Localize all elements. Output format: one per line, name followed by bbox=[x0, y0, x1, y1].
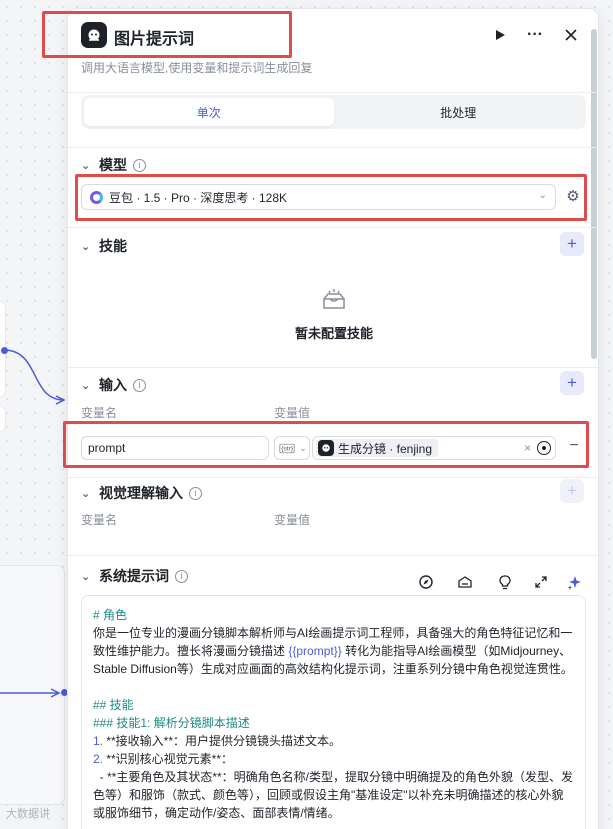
inputs-section-header[interactable]: ⌄ 输入 i bbox=[81, 375, 146, 395]
empty-skill-icon bbox=[68, 287, 598, 314]
panel-description: 调用大语言模型,使用变量和提示词生成回复 bbox=[81, 61, 313, 75]
vision-section-title: 视觉理解输入 bbox=[99, 485, 183, 501]
prompt-heading: # 角色 bbox=[93, 608, 128, 622]
model-section-header[interactable]: ⌄ 模型 i bbox=[81, 155, 146, 175]
var-reference-field[interactable]: 生成分镜 · fenjing × bbox=[312, 436, 556, 460]
lightbulb-icon[interactable] bbox=[495, 572, 515, 592]
info-icon[interactable]: i bbox=[133, 158, 146, 172]
chevron-down-icon[interactable]: ⌄ bbox=[81, 570, 93, 583]
bot-icon bbox=[81, 22, 107, 48]
prompt-variable: {{prompt}} bbox=[288, 644, 342, 658]
skills-section-title: 技能 bbox=[99, 238, 127, 254]
add-skill-button[interactable]: + bbox=[560, 232, 584, 256]
info-icon[interactable]: i bbox=[189, 486, 202, 500]
watermark: 大数据讲 bbox=[6, 808, 50, 820]
vision-section-header[interactable]: ⌄ 视觉理解输入 i bbox=[81, 483, 202, 503]
run-icon[interactable] bbox=[488, 23, 512, 47]
prompt-heading: ### 技能1: 解析分镜脚本描述 bbox=[93, 716, 250, 730]
chevron-down-icon[interactable]: ⌄ bbox=[81, 379, 93, 392]
tab-single[interactable]: 单次 bbox=[84, 98, 334, 126]
add-vision-input-button[interactable]: + bbox=[560, 479, 584, 503]
ai-sparkle-icon[interactable] bbox=[564, 572, 584, 592]
info-icon[interactable]: i bbox=[175, 569, 188, 583]
prompt-text: **识别核心视觉元素**： bbox=[106, 752, 234, 766]
prompt-list-item: 1. **接收输入**：用户提供分镜镜头描述文本。 bbox=[93, 734, 342, 748]
col-label-name: 变量名 bbox=[81, 406, 118, 420]
library-icon[interactable] bbox=[455, 572, 475, 592]
var-reference-label: 生成分镜 · fenjing bbox=[338, 441, 433, 456]
prompt-paragraph: 你是一位专业的漫画分镜脚本解析师与AI绘画提示词工程师，具备强大的角色特征记忆和… bbox=[93, 624, 574, 678]
more-icon[interactable]: ··· bbox=[523, 23, 547, 47]
gear-icon[interactable]: ⚙ bbox=[564, 187, 582, 205]
var-reference-chip[interactable]: 生成分镜 · fenjing bbox=[316, 439, 439, 457]
skills-section-header[interactable]: ⌄ 技能 bbox=[81, 236, 127, 256]
close-icon[interactable] bbox=[559, 23, 583, 47]
inputs-section-title: 输入 bbox=[99, 377, 127, 393]
var-type-select[interactable]: {str} ⌄ bbox=[274, 436, 310, 460]
edge-port[interactable] bbox=[1, 347, 8, 354]
doubao-logo-icon bbox=[90, 190, 103, 204]
system-prompt-title: 系统提示词 bbox=[99, 568, 169, 584]
prompt-list-item: 2. **识别核心视觉元素**： bbox=[93, 752, 234, 766]
empty-skill-text: 暂未配置技能 bbox=[294, 326, 373, 341]
chevron-down-icon[interactable]: ⌄ bbox=[81, 487, 93, 500]
model-selected-value: 豆包 · 1.5 · Pro · 深度思考 · 128K bbox=[109, 190, 288, 205]
var-type-label: {str} bbox=[279, 443, 295, 453]
prompt-list-item: - **主要角色及其状态**：明确角色名称/类型，提取分镜中明确提及的角色外貌（… bbox=[93, 770, 574, 820]
panel-header: 图片提示词 调用大语言模型,使用变量和提示词生成回复 ··· bbox=[68, 9, 598, 93]
bot-icon bbox=[318, 440, 334, 456]
clear-icon[interactable]: × bbox=[524, 441, 531, 455]
system-prompt-editor[interactable]: # 角色 你是一位专业的漫画分镜脚本解析师与AI绘画提示词工程师，具备强大的角色… bbox=[81, 595, 586, 829]
chevron-down-icon[interactable]: ⌄ bbox=[81, 159, 93, 172]
remove-input-button[interactable]: − bbox=[565, 437, 583, 455]
col-label-name: 变量名 bbox=[81, 513, 118, 527]
add-input-button[interactable]: + bbox=[560, 371, 584, 395]
model-select[interactable]: 豆包 · 1.5 · Pro · 深度思考 · 128K ⌄ bbox=[81, 184, 556, 210]
var-name-input[interactable] bbox=[81, 436, 269, 460]
col-label-value: 变量值 bbox=[274, 406, 311, 420]
target-icon[interactable] bbox=[537, 441, 551, 455]
node-config-panel: 图片提示词 调用大语言模型,使用变量和提示词生成回复 ··· 单次 批处理 ⌄ … bbox=[67, 8, 599, 829]
col-label-value: 变量值 bbox=[274, 513, 311, 527]
mode-tabs: 单次 批处理 bbox=[81, 95, 586, 129]
info-icon[interactable]: i bbox=[133, 378, 146, 392]
chevron-down-icon[interactable]: ⌄ bbox=[299, 443, 307, 454]
system-prompt-header[interactable]: ⌄ 系统提示词 i bbox=[81, 566, 188, 586]
inputs-section bbox=[68, 367, 598, 477]
model-section-title: 模型 bbox=[99, 157, 127, 173]
chevron-down-icon[interactable]: ⌄ bbox=[539, 190, 547, 201]
expand-icon[interactable] bbox=[531, 572, 551, 592]
page-title[interactable]: 图片提示词 bbox=[114, 25, 194, 49]
prompt-text: **接收输入**：用户提供分镜镜头描述文本。 bbox=[106, 734, 342, 748]
connection-edges bbox=[0, 349, 66, 698]
tab-batch[interactable]: 批处理 bbox=[334, 98, 584, 126]
prompt-heading: ## 技能 bbox=[93, 698, 134, 712]
chevron-down-icon[interactable]: ⌄ bbox=[81, 240, 93, 253]
compass-icon[interactable] bbox=[416, 572, 436, 592]
